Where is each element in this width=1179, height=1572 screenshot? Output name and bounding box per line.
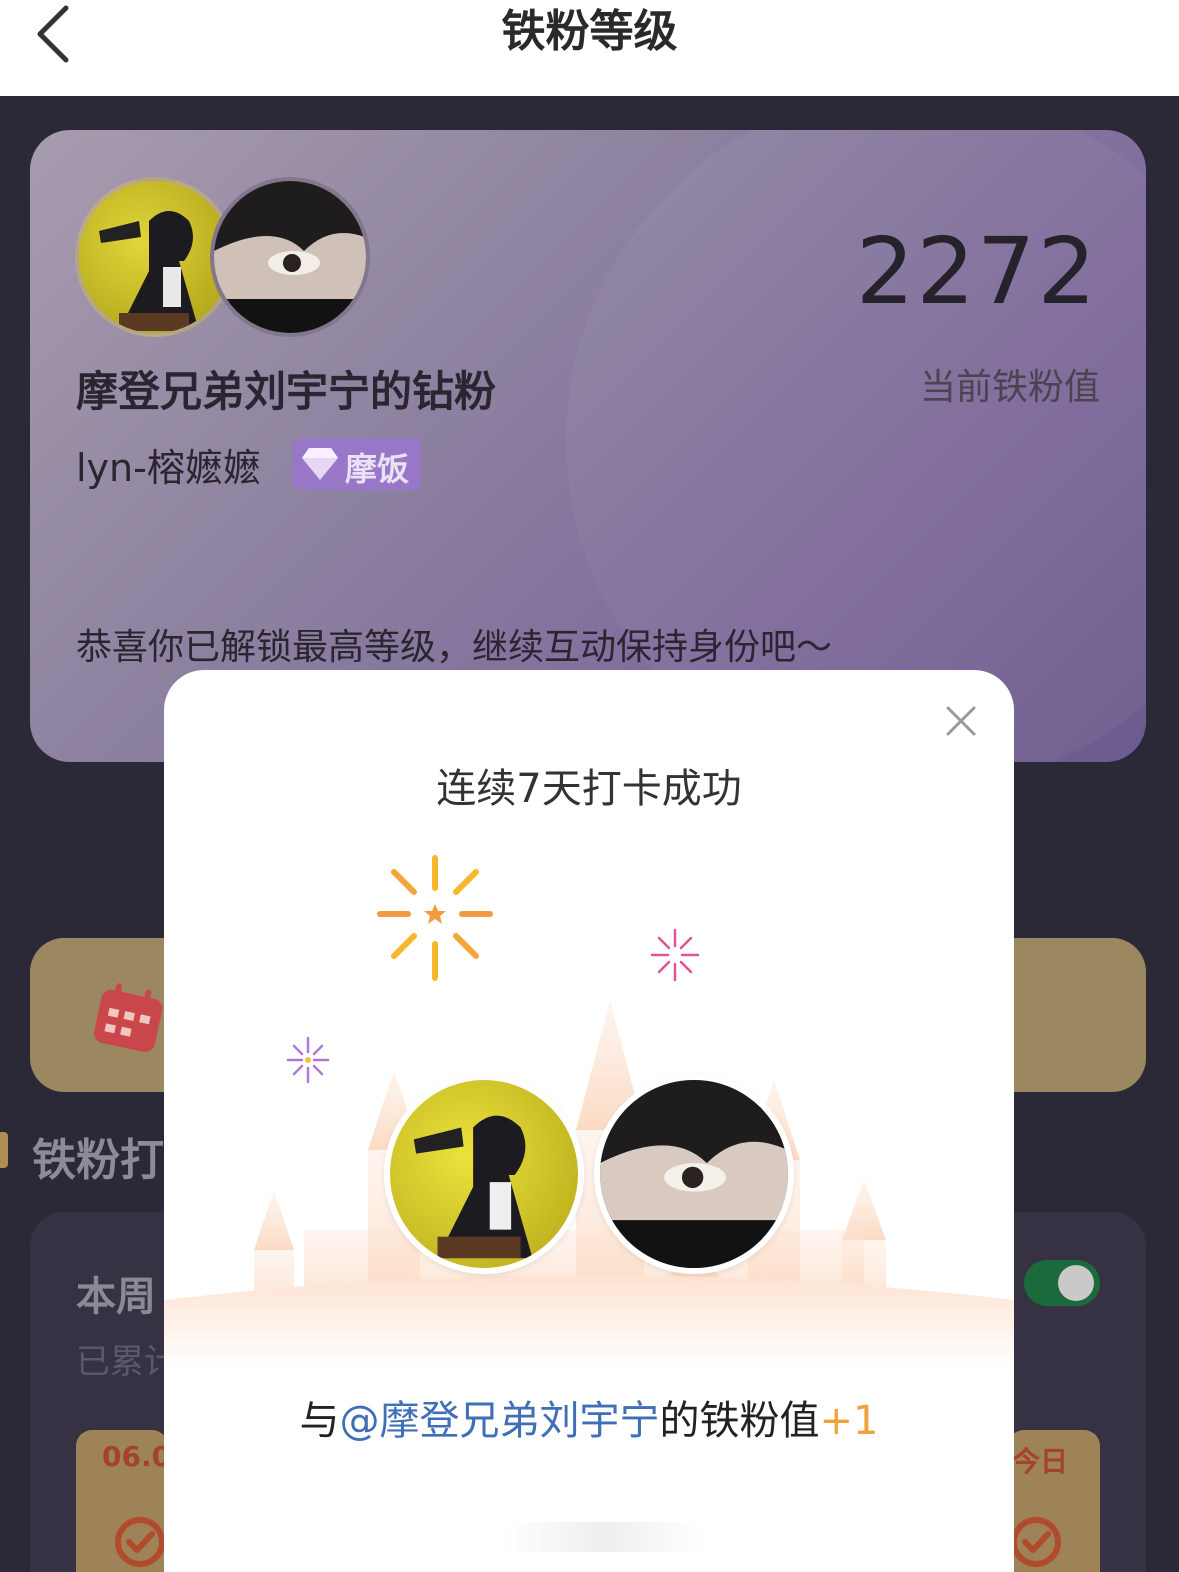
check-circle-icon [115, 1517, 165, 1567]
calendar-icon [94, 983, 163, 1052]
fan-level-card: 摩登兄弟刘宇宁的钻粉 lyn-榕嬷嬷 摩饭 2272 当前铁粉值 恭喜你已解锁最… [30, 130, 1146, 762]
diamond-icon [302, 448, 338, 480]
idol-avatar-large [594, 1074, 794, 1274]
idol-avatar[interactable] [210, 177, 370, 337]
day-label: 今日 [1012, 1445, 1069, 1478]
fan-title: 摩登兄弟刘宇宁的钻粉 [76, 367, 497, 416]
reward-plus: +1 [819, 1398, 879, 1444]
day-item-today[interactable]: 今日 [1008, 1430, 1100, 1572]
user-avatar-large [384, 1074, 584, 1274]
reward-prefix: 与 [299, 1398, 340, 1444]
week-title: 本周 [76, 1274, 156, 1320]
page-title: 铁粉等级 [501, 6, 678, 57]
fan-score-label: 当前铁粉值 [919, 367, 1100, 408]
level-message: 恭喜你已解锁最高等级，继续互动保持身份吧～ [76, 627, 833, 668]
reward-text: 与@摩登兄弟刘宇宁的铁粉值+1 [164, 1388, 1014, 1446]
badge-label: 摩饭 [345, 450, 410, 488]
avatar-photo-icon [214, 181, 366, 333]
firework-icon [650, 928, 700, 982]
reminder-toggle[interactable] [1024, 1260, 1100, 1306]
fan-score: 2272 [855, 218, 1098, 325]
reward-middle: 的铁粉值 [659, 1398, 820, 1444]
day-label: 06.0 [102, 1440, 172, 1473]
firework-icon [377, 855, 493, 981]
user-name: lyn-榕嬷嬷 [76, 446, 261, 490]
section-title: 铁粉打 [32, 1135, 164, 1186]
dialog-title: 连续7天打卡成功 [436, 766, 742, 812]
week-subtitle: 已累计 [76, 1342, 178, 1382]
toggle-knob [1058, 1265, 1094, 1301]
checkin-success-dialog: 连续7天打卡成功 与@摩登兄弟刘宇宁的铁粉值+1 [164, 670, 1014, 1572]
check-circle-icon [1011, 1517, 1061, 1567]
section-accent [0, 1132, 8, 1168]
fan-badge: 摩饭 [293, 438, 421, 490]
dialog-bottom-fade [504, 1522, 704, 1552]
avatar-photo-icon [413, 1115, 533, 1259]
avatar-photo-icon [600, 1080, 788, 1268]
day-item[interactable]: 06.0 [76, 1430, 172, 1572]
idol-mention-link[interactable]: @摩登兄弟刘宇宁 [340, 1398, 660, 1444]
close-icon[interactable] [944, 704, 978, 738]
top-nav-bar: 铁粉等级 [0, 0, 1179, 96]
castle-illustration [164, 1000, 1014, 1370]
